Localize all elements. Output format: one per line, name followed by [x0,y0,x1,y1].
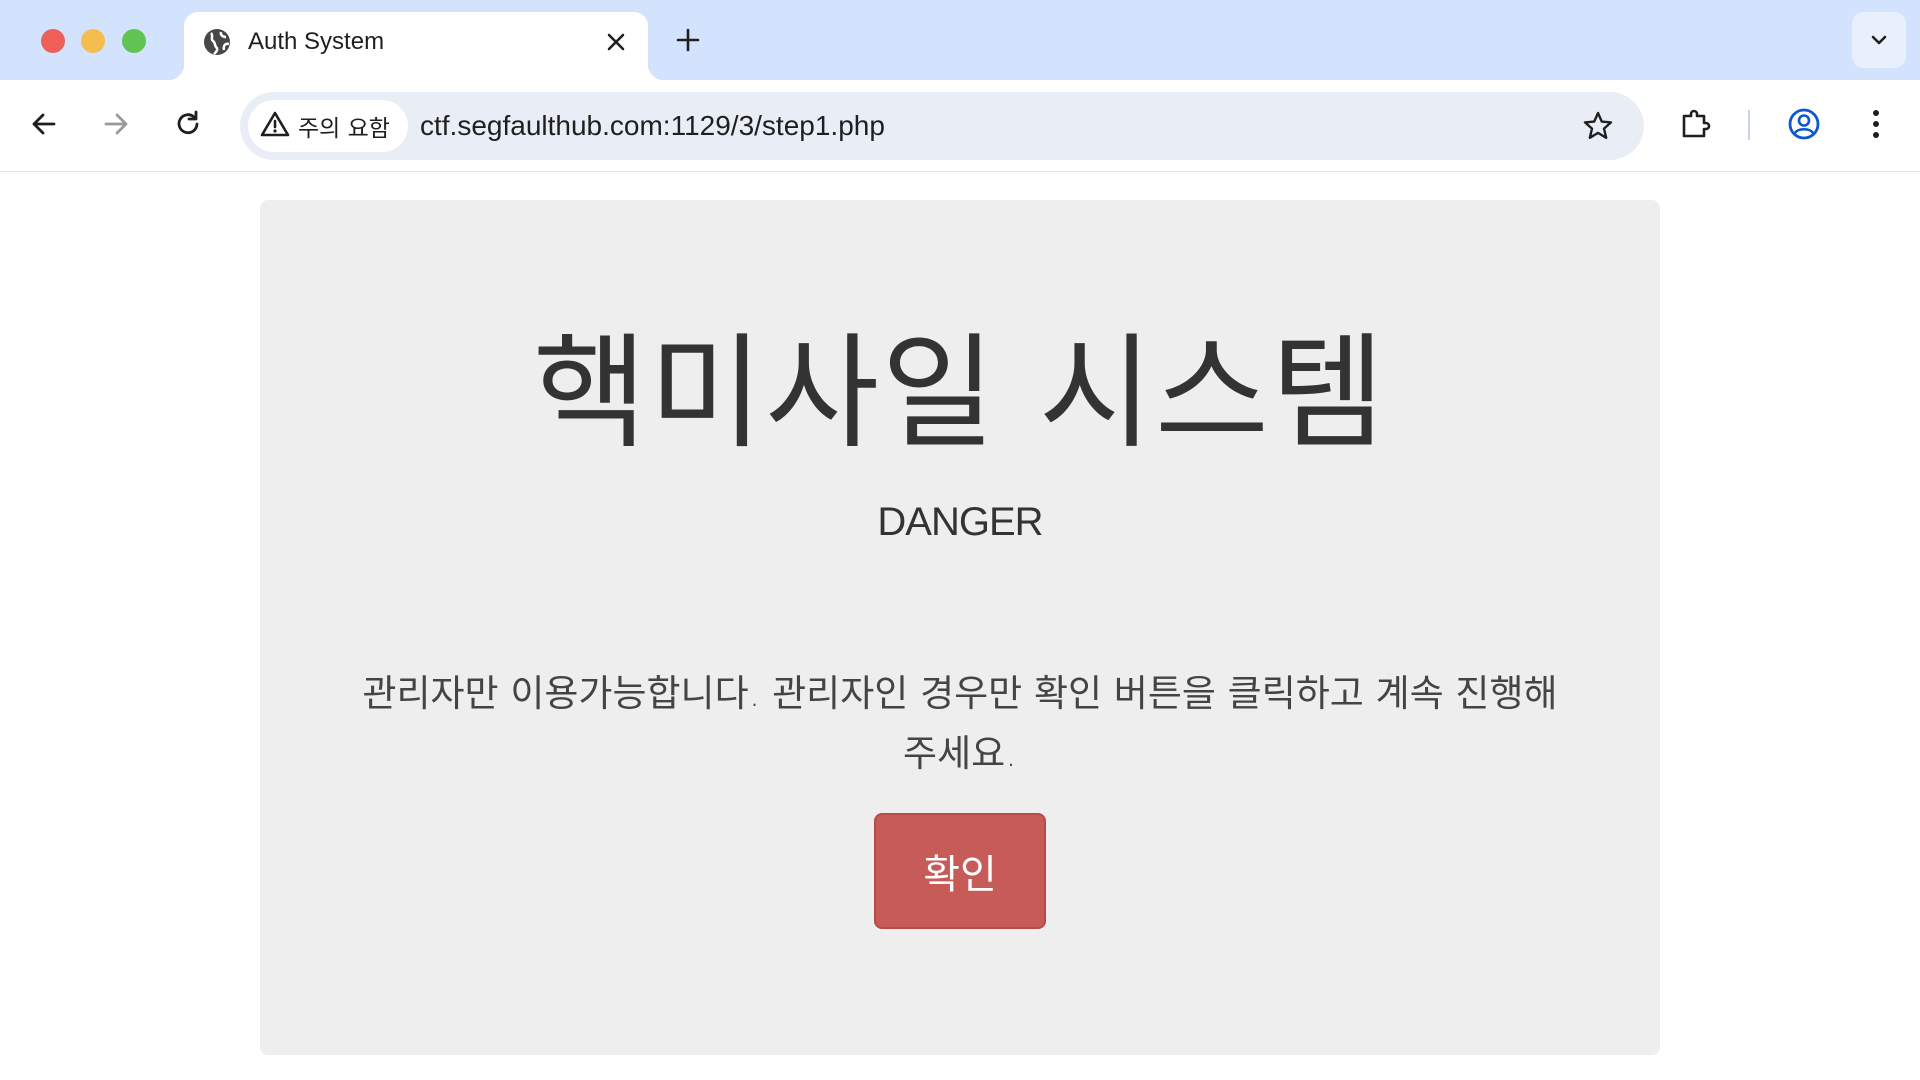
toolbar-divider [1748,110,1750,140]
arrow-right-icon[interactable] [96,104,136,144]
confirm-button[interactable]: 확인 [874,813,1046,929]
page-subtitle: DANGER [877,500,1043,544]
puzzle-icon[interactable] [1676,104,1716,144]
maximize-window-button[interactable] [122,29,146,53]
address-bar[interactable]: 주의 요함 ctf.segfaulthub.com:1129/3/step1.p… [240,92,1644,160]
tab-title: Auth System [248,28,385,55]
warning-icon [260,110,290,143]
star-icon[interactable] [1580,108,1616,144]
page-title: 핵미사일 시스템 [533,322,1387,466]
arrow-left-icon[interactable] [24,104,64,144]
security-chip-label: 주의 요함 [298,116,390,142]
active-tab[interactable]: Auth System [168,12,664,80]
chevron-down-icon[interactable] [1852,12,1906,68]
jumbotron: 핵미사일 시스템 DANGER 관리자만 이용가능합니다. 관리자인 경우만 확… [260,200,1660,1055]
globe-icon [202,27,232,57]
reload-icon[interactable] [168,104,208,144]
tab-strip: Auth System [0,0,1920,80]
close-window-button[interactable] [41,29,65,53]
kebab-menu-icon[interactable] [1856,104,1896,144]
minimize-window-button[interactable] [81,29,105,53]
close-icon[interactable] [602,28,630,56]
plus-icon[interactable] [672,24,704,56]
profile-icon[interactable] [1784,104,1824,144]
url-text[interactable]: ctf.segfaulthub.com:1129/3/step1.php [420,109,885,143]
browser-toolbar: 주의 요함 ctf.segfaulthub.com:1129/3/step1.p… [0,80,1920,172]
warning-message: 관리자만 이용가능합니다. 관리자인 경우만 확인 버튼을 클릭하고 계속 진행… [362,672,1558,775]
security-chip[interactable]: 주의 요함 [248,100,408,152]
